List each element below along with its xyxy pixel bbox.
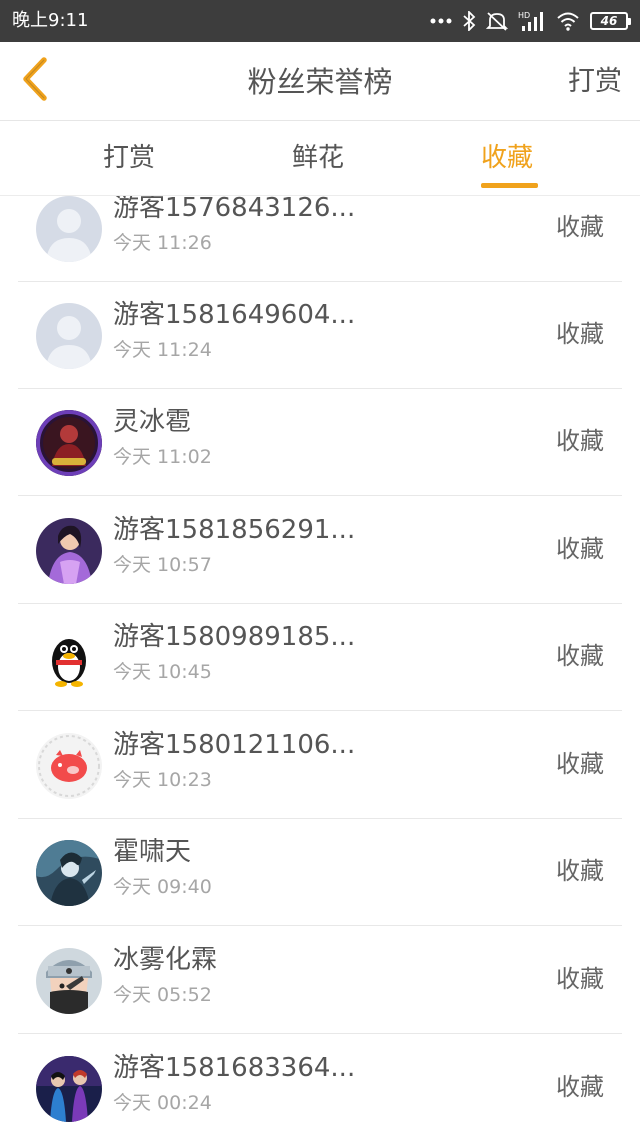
list-item[interactable]: 游客1581683364... 今天 00:24 收藏 — [18, 1035, 622, 1138]
list-item[interactable]: 游客1580989185... 今天 10:45 收藏 — [18, 604, 622, 711]
tab-flowers[interactable]: 鲜花 — [292, 141, 344, 175]
game-character-avatar — [36, 410, 102, 476]
fan-name: 游客1580989185... — [113, 622, 356, 652]
list-item[interactable]: 灵冰雹 今天 11:02 收藏 — [18, 389, 622, 496]
list-item[interactable]: 游客1580121106... 今天 10:23 收藏 — [18, 712, 622, 819]
default-avatar — [36, 196, 102, 262]
favorite-label: 收藏 — [556, 535, 604, 563]
fan-name: 游客1581683364... — [113, 1053, 356, 1083]
favorite-label: 收藏 — [556, 857, 604, 885]
red-pig-avatar — [36, 733, 102, 799]
fan-time: 今天 10:23 — [113, 769, 212, 791]
status-icons: HD 46 — [430, 8, 631, 34]
fan-name: 霍啸天 — [113, 837, 192, 867]
status-time: 晚上9:11 — [12, 10, 89, 31]
header: 粉丝荣誉榜 打赏 — [0, 42, 640, 121]
fan-name: 游客1580121106... — [113, 730, 356, 760]
tab-bar: 打赏 鲜花 收藏 — [0, 121, 640, 196]
anime-duo-avatar — [36, 1056, 102, 1122]
favorite-label: 收藏 — [556, 1073, 604, 1101]
favorite-label: 收藏 — [556, 213, 604, 241]
fan-time: 今天 05:52 — [113, 984, 212, 1006]
status-bar: 晚上9:11 HD 46 — [0, 0, 640, 42]
fan-time: 今天 00:24 — [113, 1092, 212, 1114]
fan-name: 游客1576843126... — [113, 196, 356, 223]
list-item[interactable]: 游客1581856291... 今天 10:57 收藏 — [18, 497, 622, 604]
list-item[interactable]: 冰雾化霖 今天 05:52 收藏 — [18, 927, 622, 1034]
fan-name: 冰雾化霖 — [113, 945, 218, 975]
wifi-icon — [556, 11, 580, 31]
bluetooth-icon — [462, 11, 476, 31]
fan-time: 今天 10:57 — [113, 554, 212, 576]
fan-list: 游客1576843126... 今天 11:26 收藏 游客1581649604… — [0, 196, 640, 1138]
mute-icon — [486, 11, 508, 31]
qq-penguin-avatar — [36, 625, 102, 691]
ice-warrior-avatar — [36, 840, 102, 906]
tab-reward[interactable]: 打赏 — [103, 141, 155, 175]
tab-active-indicator — [481, 183, 538, 188]
fan-time: 今天 09:40 — [113, 876, 212, 898]
fan-time: 今天 11:02 — [113, 446, 212, 468]
list-item[interactable]: 游客1581649604... 今天 11:24 收藏 — [18, 282, 622, 389]
favorite-label: 收藏 — [556, 750, 604, 778]
list-item[interactable]: 霍啸天 今天 09:40 收藏 — [18, 819, 622, 926]
favorite-label: 收藏 — [556, 642, 604, 670]
favorite-label: 收藏 — [556, 965, 604, 993]
dots-icon — [430, 17, 452, 25]
favorite-label: 收藏 — [556, 320, 604, 348]
fan-name: 游客1581856291... — [113, 515, 356, 545]
page-title: 粉丝荣誉榜 — [247, 65, 393, 99]
fan-time: 今天 11:26 — [113, 232, 212, 254]
reward-button[interactable]: 打赏 — [568, 64, 622, 100]
hd-signal-icon: HD — [518, 10, 546, 32]
ninja-avatar — [36, 948, 102, 1014]
battery-level: 46 — [600, 14, 618, 28]
purple-lady-avatar — [36, 518, 102, 584]
fan-time: 今天 10:45 — [113, 661, 212, 683]
default-avatar — [36, 303, 102, 369]
svg-text:HD: HD — [518, 11, 530, 20]
fan-name: 灵冰雹 — [113, 407, 192, 437]
list-item[interactable]: 游客1576843126... 今天 11:26 收藏 — [18, 196, 622, 282]
fan-name: 游客1581649604... — [113, 300, 356, 330]
tab-favorites[interactable]: 收藏 — [481, 141, 533, 175]
favorite-label: 收藏 — [556, 427, 604, 455]
battery-icon: 46 — [590, 12, 631, 30]
fan-time: 今天 11:24 — [113, 339, 212, 361]
